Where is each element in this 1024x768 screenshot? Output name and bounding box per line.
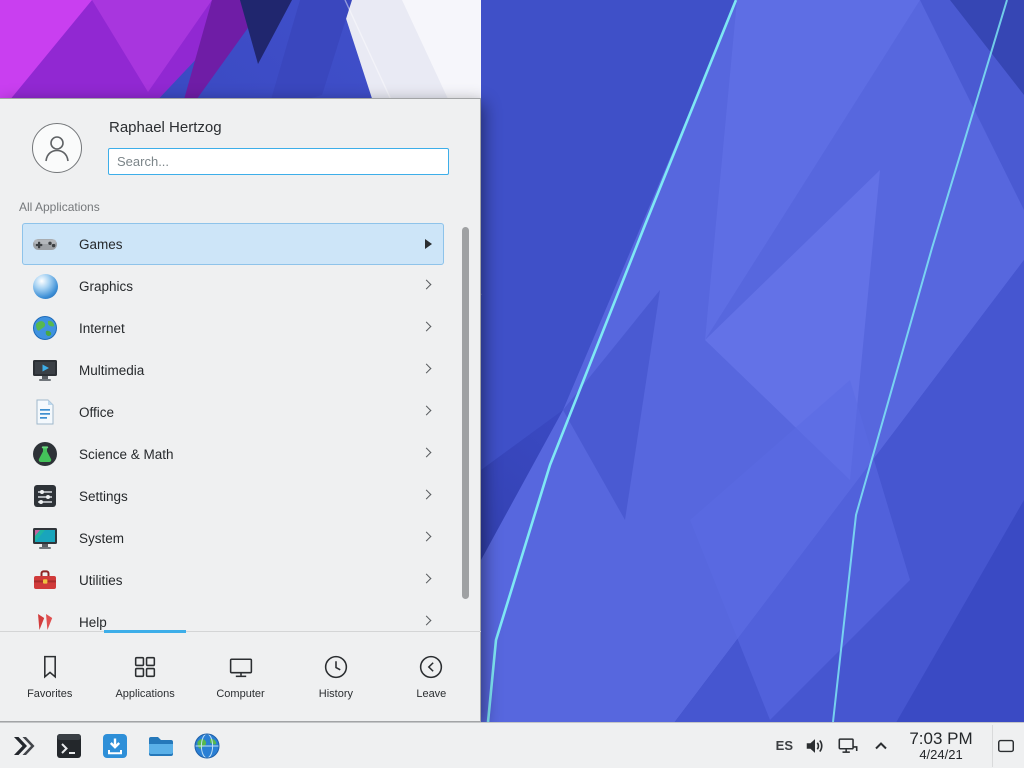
list-scrollbar[interactable] <box>462 227 469 599</box>
multimedia-icon <box>31 356 59 384</box>
category-label: Help <box>79 615 107 630</box>
show-desktop-button[interactable] <box>992 725 1018 767</box>
category-office[interactable]: Office <box>22 391 444 433</box>
category-label: Settings <box>79 489 128 504</box>
taskbar: ES <box>0 722 1024 768</box>
desktop: Raphael Hertzog All Applications Games <box>0 0 1024 768</box>
submenu-arrow-icon <box>422 574 432 584</box>
keyboard-layout-indicator[interactable]: ES <box>776 738 793 753</box>
submenu-arrow-icon <box>422 364 432 374</box>
category-label: Science & Math <box>79 447 174 462</box>
graphics-icon <box>31 272 59 300</box>
file-manager-icon[interactable] <box>144 729 177 762</box>
category-science-math[interactable]: Science & Math <box>22 433 444 475</box>
search-input[interactable] <box>108 148 449 175</box>
submenu-arrow-icon <box>422 616 432 626</box>
show-desktop-icon <box>996 736 1016 756</box>
settings-icon <box>31 482 59 510</box>
category-settings[interactable]: Settings <box>22 475 444 517</box>
clock-time: 7:03 PM <box>909 729 973 748</box>
app-launcher-icon[interactable] <box>6 729 39 762</box>
category-label: Internet <box>79 321 125 336</box>
category-internet[interactable]: Internet <box>22 307 444 349</box>
games-icon <box>31 230 59 258</box>
tab-computer[interactable]: Computer <box>193 632 288 721</box>
category-label: Utilities <box>79 573 123 588</box>
discover-icon[interactable] <box>98 729 131 762</box>
user-icon <box>40 131 74 165</box>
clock[interactable]: 7:03 PM 4/24/21 <box>909 729 973 763</box>
tab-applications[interactable]: Applications <box>97 632 192 721</box>
category-system[interactable]: System <box>22 517 444 559</box>
application-category-list: Games Graphics Interne <box>0 223 481 633</box>
tab-favorites[interactable]: Favorites <box>2 632 97 721</box>
applications-icon <box>131 653 159 681</box>
expand-arrow-icon[interactable] <box>870 735 892 757</box>
computer-icon <box>227 653 255 681</box>
category-label: Games <box>79 237 123 252</box>
office-icon <box>31 398 59 426</box>
system-icon <box>31 524 59 552</box>
network-icon[interactable] <box>837 735 859 757</box>
tab-label: History <box>319 688 353 700</box>
category-games[interactable]: Games <box>22 223 444 265</box>
terminal-icon[interactable] <box>52 729 85 762</box>
category-help[interactable]: Help <box>22 601 444 633</box>
submenu-arrow-icon <box>425 239 432 249</box>
submenu-arrow-icon <box>422 532 432 542</box>
tab-history[interactable]: History <box>288 632 383 721</box>
taskbar-launchers <box>6 729 223 762</box>
category-utilities[interactable]: Utilities <box>22 559 444 601</box>
system-tray: ES <box>776 725 1018 767</box>
tab-label: Leave <box>416 688 446 700</box>
submenu-arrow-icon <box>422 490 432 500</box>
submenu-arrow-icon <box>422 322 432 332</box>
launcher-tab-bar: Favorites Applications <box>0 631 481 721</box>
tab-label: Favorites <box>27 688 72 700</box>
category-multimedia[interactable]: Multimedia <box>22 349 444 391</box>
science-math-icon <box>31 440 59 468</box>
favorites-icon <box>36 653 64 681</box>
tab-label: Computer <box>216 688 264 700</box>
tab-leave[interactable]: Leave <box>384 632 479 721</box>
help-icon <box>31 608 59 633</box>
user-name: Raphael Hertzog <box>109 119 222 136</box>
category-label: Office <box>79 405 114 420</box>
section-label: All Applications <box>19 200 100 214</box>
volume-icon[interactable] <box>804 735 826 757</box>
active-tab-indicator <box>104 630 186 633</box>
category-label: System <box>79 531 124 546</box>
submenu-arrow-icon <box>422 448 432 458</box>
submenu-arrow-icon <box>422 280 432 290</box>
submenu-arrow-icon <box>422 406 432 416</box>
category-graphics[interactable]: Graphics <box>22 265 444 307</box>
history-icon <box>322 653 350 681</box>
category-label: Multimedia <box>79 363 144 378</box>
browser-globe-icon[interactable] <box>190 729 223 762</box>
tab-label: Applications <box>115 688 174 700</box>
category-label: Graphics <box>79 279 133 294</box>
clock-date: 4/24/21 <box>909 748 973 763</box>
user-avatar[interactable] <box>32 123 82 173</box>
leave-icon <box>417 653 445 681</box>
utilities-icon <box>31 566 59 594</box>
internet-icon <box>31 314 59 342</box>
application-launcher-menu: Raphael Hertzog All Applications Games <box>0 98 481 722</box>
